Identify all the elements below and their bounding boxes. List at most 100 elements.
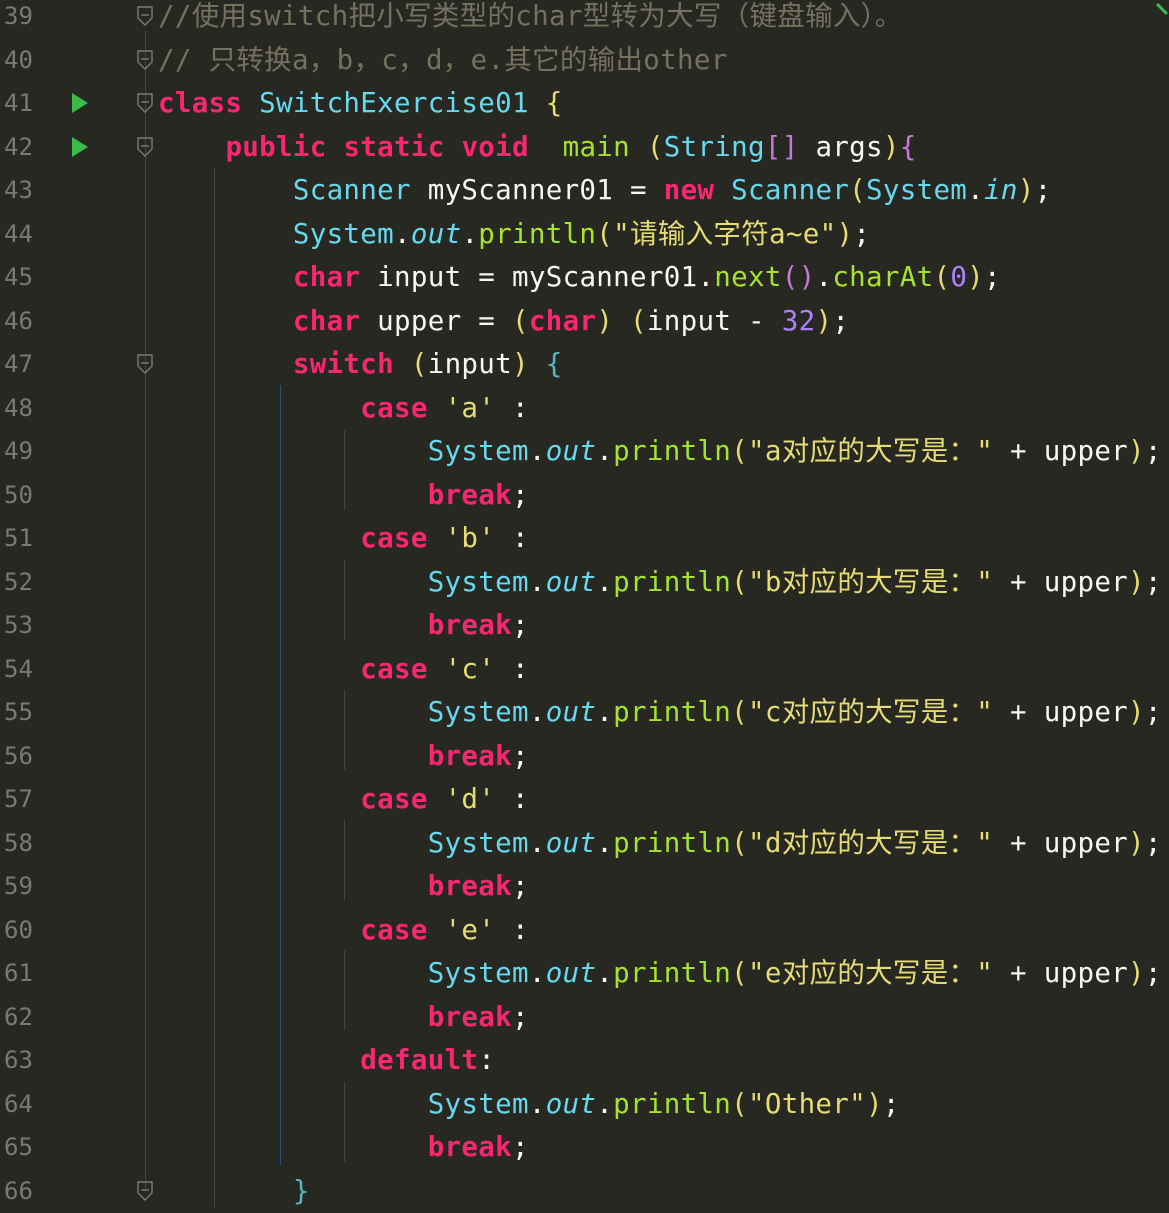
code-text[interactable]: case 'e' : bbox=[158, 909, 529, 953]
code-line[interactable]: 64 System.out.println("Other"); bbox=[0, 1083, 1169, 1127]
code-line[interactable]: 52 System.out.println("b对应的大写是：" + upper… bbox=[0, 561, 1169, 605]
code-text[interactable]: case 'a' : bbox=[158, 387, 529, 431]
code-token: - bbox=[748, 305, 782, 337]
code-line[interactable]: 61 System.out.println("e对应的大写是：" + upper… bbox=[0, 952, 1169, 996]
code-line[interactable]: 50 break; bbox=[0, 474, 1169, 518]
code-line[interactable]: 54 case 'c' : bbox=[0, 648, 1169, 692]
line-number[interactable]: 52 bbox=[4, 561, 52, 605]
code-token: ( bbox=[411, 348, 428, 380]
code-token: ( bbox=[731, 827, 748, 859]
code-text[interactable]: Scanner myScanner01 = new Scanner(System… bbox=[158, 169, 1051, 213]
code-text[interactable]: // 只转换a，b，c，d，e.其它的输出other bbox=[158, 39, 728, 83]
code-line[interactable]: 65 break; bbox=[0, 1126, 1169, 1170]
code-text[interactable]: break; bbox=[158, 865, 529, 909]
line-number[interactable]: 61 bbox=[4, 952, 52, 996]
code-token: : bbox=[512, 783, 529, 815]
code-line[interactable]: 47 switch (input) { bbox=[0, 343, 1169, 387]
code-text[interactable]: System.out.println("请输入字符a~e"); bbox=[158, 213, 870, 257]
line-number[interactable]: 48 bbox=[4, 387, 52, 431]
line-number[interactable]: 53 bbox=[4, 604, 52, 648]
line-number[interactable]: 66 bbox=[4, 1170, 52, 1213]
code-line[interactable]: 66 } bbox=[0, 1170, 1169, 1213]
code-line[interactable]: 45 char input = myScanner01.next().charA… bbox=[0, 256, 1169, 300]
fold-toggle-icon[interactable] bbox=[136, 137, 154, 157]
line-number[interactable]: 45 bbox=[4, 256, 52, 300]
line-number[interactable]: 51 bbox=[4, 517, 52, 561]
fold-toggle-icon[interactable] bbox=[136, 1181, 154, 1201]
code-text[interactable]: break; bbox=[158, 604, 529, 648]
code-line[interactable]: 55 System.out.println("c对应的大写是：" + upper… bbox=[0, 691, 1169, 735]
line-number[interactable]: 58 bbox=[4, 822, 52, 866]
code-text[interactable]: break; bbox=[158, 996, 529, 1040]
line-number[interactable]: 46 bbox=[4, 300, 52, 344]
code-line[interactable]: 41 class SwitchExercise01 { bbox=[0, 82, 1169, 126]
code-line[interactable]: 62 break; bbox=[0, 996, 1169, 1040]
code-line[interactable]: 43 Scanner myScanner01 = new Scanner(Sys… bbox=[0, 169, 1169, 213]
code-text[interactable]: case 'b' : bbox=[158, 517, 529, 561]
line-number[interactable]: 41 bbox=[4, 82, 52, 126]
code-line[interactable]: 42 public static void main (String[] arg… bbox=[0, 126, 1169, 170]
code-editor[interactable]: 39 //使用switch把小写类型的char型转为大写（键盘输入）。 40 // 只… bbox=[0, 0, 1169, 1207]
code-line[interactable]: 49 System.out.println("a对应的大写是：" + upper… bbox=[0, 430, 1169, 474]
code-line[interactable]: 48 case 'a' : bbox=[0, 387, 1169, 431]
line-number[interactable]: 44 bbox=[4, 213, 52, 257]
code-text[interactable]: //使用switch把小写类型的char型转为大写（键盘输入）。 bbox=[158, 0, 903, 39]
line-number[interactable]: 56 bbox=[4, 735, 52, 779]
line-number[interactable]: 47 bbox=[4, 343, 52, 387]
code-token: ) bbox=[883, 131, 900, 163]
code-text[interactable]: switch (input) { bbox=[158, 343, 563, 387]
code-token: ( bbox=[731, 566, 748, 598]
code-text[interactable]: break; bbox=[158, 735, 529, 779]
code-text[interactable]: System.out.println("a对应的大写是：" + upper); bbox=[158, 430, 1162, 474]
line-number[interactable]: 55 bbox=[4, 691, 52, 735]
run-icon[interactable] bbox=[72, 137, 88, 157]
line-number[interactable]: 63 bbox=[4, 1039, 52, 1083]
line-number[interactable]: 39 bbox=[4, 0, 52, 39]
code-line[interactable]: 63 default: bbox=[0, 1039, 1169, 1083]
code-text[interactable]: System.out.println("e对应的大写是：" + upper); bbox=[158, 952, 1162, 996]
fold-toggle-icon[interactable] bbox=[136, 50, 154, 70]
line-number[interactable]: 59 bbox=[4, 865, 52, 909]
code-text[interactable]: public static void main (String[] args){ bbox=[158, 126, 917, 170]
line-number[interactable]: 54 bbox=[4, 648, 52, 692]
code-text[interactable]: } bbox=[158, 1170, 310, 1213]
code-text[interactable]: System.out.println("c对应的大写是：" + upper); bbox=[158, 691, 1162, 735]
line-number[interactable]: 40 bbox=[4, 39, 52, 83]
code-line[interactable]: 58 System.out.println("d对应的大写是：" + upper… bbox=[0, 822, 1169, 866]
fold-toggle-icon[interactable] bbox=[136, 93, 154, 113]
code-text[interactable]: System.out.println("d对应的大写是：" + upper); bbox=[158, 822, 1162, 866]
run-icon[interactable] bbox=[72, 93, 88, 113]
code-line[interactable]: 53 break; bbox=[0, 604, 1169, 648]
code-text[interactable]: class SwitchExercise01 { bbox=[158, 82, 563, 126]
line-number[interactable]: 62 bbox=[4, 996, 52, 1040]
code-text[interactable]: case 'c' : bbox=[158, 648, 529, 692]
line-number[interactable]: 49 bbox=[4, 430, 52, 474]
code-line[interactable]: 44 System.out.println("请输入字符a~e"); bbox=[0, 213, 1169, 257]
code-text[interactable]: char input = myScanner01.next().charAt(0… bbox=[158, 256, 1001, 300]
line-number[interactable]: 42 bbox=[4, 126, 52, 170]
line-number[interactable]: 43 bbox=[4, 169, 52, 213]
code-text[interactable]: System.out.println("b对应的大写是：" + upper); bbox=[158, 561, 1162, 605]
fold-toggle-icon[interactable] bbox=[136, 6, 154, 26]
code-line[interactable]: 60 case 'e' : bbox=[0, 909, 1169, 953]
code-text[interactable]: default: bbox=[158, 1039, 495, 1083]
code-token: ) bbox=[815, 305, 832, 337]
code-text[interactable]: System.out.println("Other"); bbox=[158, 1083, 900, 1127]
code-line[interactable]: 40 // 只转换a，b，c，d，e.其它的输出other bbox=[0, 39, 1169, 83]
fold-toggle-icon[interactable] bbox=[136, 354, 154, 374]
code-line[interactable]: 56 break; bbox=[0, 735, 1169, 779]
code-line[interactable]: 59 break; bbox=[0, 865, 1169, 909]
line-number[interactable]: 57 bbox=[4, 778, 52, 822]
line-number[interactable]: 64 bbox=[4, 1083, 52, 1127]
code-line[interactable]: 46 char upper = (char) (input - 32); bbox=[0, 300, 1169, 344]
code-text[interactable]: char upper = (char) (input - 32); bbox=[158, 300, 849, 344]
code-text[interactable]: break; bbox=[158, 1126, 529, 1170]
line-number[interactable]: 65 bbox=[4, 1126, 52, 1170]
code-line[interactable]: 57 case 'd' : bbox=[0, 778, 1169, 822]
line-number[interactable]: 50 bbox=[4, 474, 52, 518]
code-text[interactable]: break; bbox=[158, 474, 529, 518]
line-number[interactable]: 60 bbox=[4, 909, 52, 953]
code-text[interactable]: case 'd' : bbox=[158, 778, 529, 822]
code-line[interactable]: 51 case 'b' : bbox=[0, 517, 1169, 561]
code-line[interactable]: 39 //使用switch把小写类型的char型转为大写（键盘输入）。 bbox=[0, 0, 1169, 39]
